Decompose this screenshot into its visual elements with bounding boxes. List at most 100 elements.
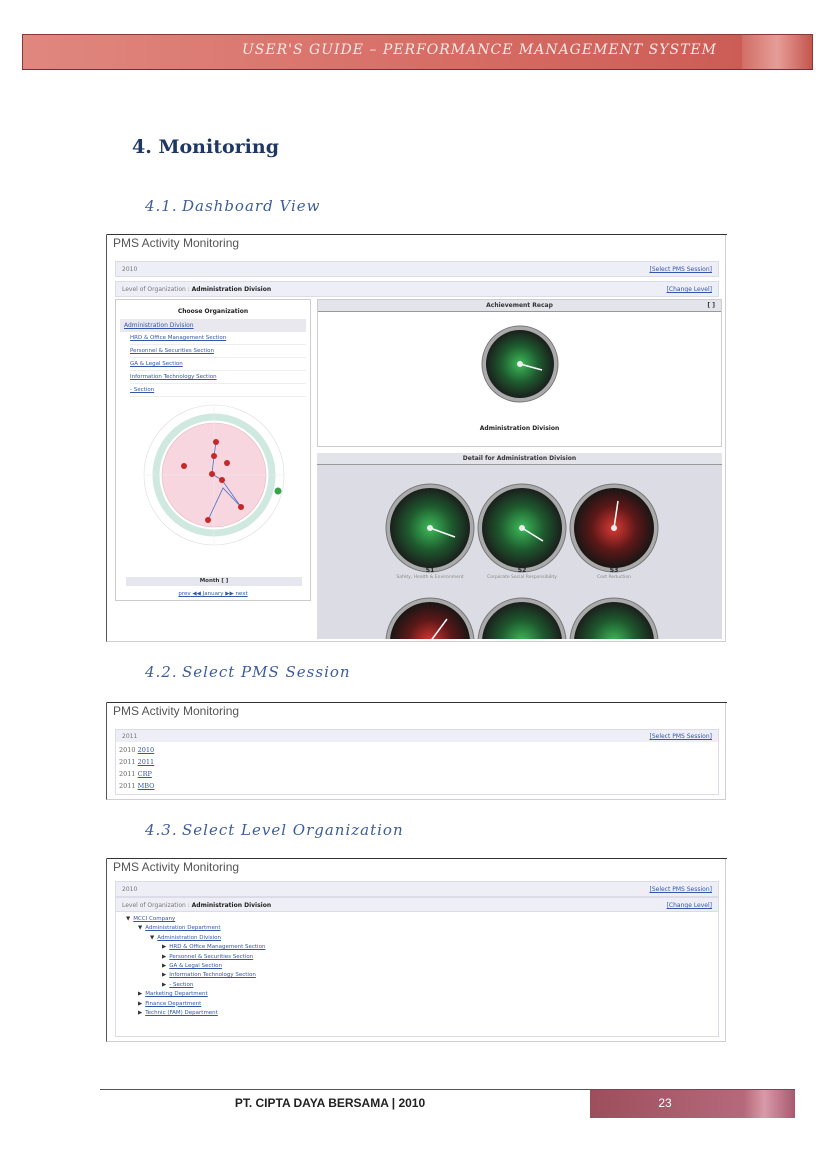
org-item[interactable]: GA & Legal Section [130,358,306,371]
tree-node[interactable]: ▼ Administration Division [150,935,221,941]
org-item[interactable]: Information Technology Section [130,371,306,384]
level-header: Level of Organization : Administration D… [116,898,718,912]
collapsed-arrow-icon[interactable]: ▶ [162,972,166,978]
org-item[interactable]: HRD & Office Management Section [130,332,306,345]
month-link[interactable]: January [203,591,224,597]
session-row[interactable]: 2011 2011 [119,758,154,766]
collapsed-arrow-icon[interactable]: ▶ [138,1001,142,1007]
session-bar: 2010 [Select PMS Session] [115,261,719,277]
tree-node[interactable]: ▼ Administration Department [138,925,221,931]
subsection-heading-dashboard: 4.1. Dashboard View [145,197,321,215]
header-accent [742,35,812,69]
collapsed-arrow-icon[interactable]: ▶ [162,982,166,988]
tree-node-label[interactable]: Technic (FAM) Department [145,1010,218,1016]
tree-node[interactable]: ▶ Information Technology Section [162,972,256,978]
session-link[interactable]: 2011 [138,758,155,766]
detail-gauge-desc: Cost Reduction [597,575,631,580]
org-item[interactable]: - Section [130,384,306,397]
subsection-number: 4.3. [145,821,178,839]
select-session-link[interactable]: [Select PMS Session] [649,886,712,893]
tree-node-label[interactable]: Administration Department [145,925,220,931]
tree-node-label[interactable]: Finance Department [145,1001,201,1007]
tree-node[interactable]: ▶ Technic (FAM) Department [138,1010,218,1016]
radar-point [213,439,219,445]
tree-node-label[interactable]: Personnel & Securities Section [169,954,253,960]
select-session-link[interactable]: [Select PMS Session] [649,733,712,740]
subsection-number: 4.1. [145,197,178,215]
tree-node-label[interactable]: MCCI Company [133,916,175,922]
session-current: 2011 [122,733,138,740]
level-value: Administration Division [191,286,272,293]
detail-header: Detail for Administration Division [317,453,722,465]
tree-node[interactable]: ▶ GA & Legal Section [162,963,222,969]
session-year: 2010 [122,886,138,893]
expanded-arrow-icon[interactable]: ▼ [150,935,154,941]
session-link[interactable]: CRP [138,770,152,778]
detail-section: Detail for Administration Division S1 Sa… [317,453,722,639]
org-item[interactable]: Personnel & Securities Section [130,345,306,358]
collapsed-arrow-icon[interactable]: ▶ [138,991,142,997]
collapsed-arrow-icon[interactable]: ▶ [138,1010,142,1016]
section-title: Monitoring [158,136,279,158]
session-panel: PMS Activity Monitoring 2011 [Select PMS… [106,702,727,800]
tree-node[interactable]: ▼ MCCI Company [126,916,175,922]
collapsed-arrow-icon[interactable]: ▶ [162,954,166,960]
radar-point [209,471,215,477]
org-selected[interactable]: Administration Division [120,319,306,332]
session-link[interactable]: MBO [138,782,155,790]
subsection-title: Select PMS Session [182,663,351,681]
tree-node-label[interactable]: GA & Legal Section [169,963,222,969]
collapsed-arrow-icon[interactable]: ▶ [162,963,166,969]
month-navigation: prev ◀◀ January ▶▶ next [116,591,310,597]
session-year: 2011 [119,782,136,790]
change-level-link[interactable]: [Change Level] [667,902,712,909]
session-year: 2010 [122,266,138,273]
tree-node[interactable]: ▶ Personnel & Securities Section [162,954,253,960]
change-level-link[interactable]: [Change Level] [667,286,712,293]
session-link[interactable]: 2010 [138,746,155,754]
next-arrow-icon[interactable]: ▶▶ [225,591,233,597]
tree-node-label[interactable]: - Section [169,982,193,988]
org-chooser-title: Choose Organization [177,308,249,315]
recap-gauge-caption: Administration Division [479,425,560,432]
tree-node-label[interactable]: HRD & Office Management Section [169,944,265,950]
radar-point [211,453,217,459]
tree-node[interactable]: ▶ Finance Department [138,1001,201,1007]
prev-arrow-icon[interactable]: ◀◀ [192,591,200,597]
month-label: Month [ ] [126,577,302,586]
tree-node-label[interactable]: Information Technology Section [169,972,256,978]
level-bar: Level of Organization : Administration D… [115,281,719,297]
radar-point [219,477,225,483]
select-session-link[interactable]: [Select PMS Session] [649,266,712,273]
prev-link[interactable]: prev [178,591,190,597]
radar-point-target [274,487,282,495]
tree-node-label[interactable]: Marketing Department [145,991,207,997]
detail-gauge-s3 [569,483,659,573]
tree-node[interactable]: ▶ Marketing Department [138,991,208,997]
session-row[interactable]: 2011 CRP [119,770,152,778]
session-row[interactable]: 2010 2010 [119,746,154,754]
level-tree-box: Level of Organization : Administration D… [115,897,719,1037]
header-title: USER'S GUIDE – PERFORMANCE MANAGEMENT SY… [241,42,717,58]
tree-node[interactable]: ▶ HRD & Office Management Section [162,944,265,950]
level-label: Level of Organization : [122,902,190,909]
tree-node[interactable]: ▶ - Section [162,982,193,988]
detail-gauge-desc: Corporate Social Responsibility [487,575,557,580]
detail-gauge-code: S3 [609,567,619,574]
org-chooser: Choose Organization Administration Divis… [115,299,311,601]
recap-header: Achievement Recap [ ] [318,300,721,312]
detail-gauge-desc: Safety, Health & Environment [396,575,464,580]
recap-title: Achievement Recap [486,302,553,309]
collapsed-arrow-icon[interactable]: ▶ [162,944,166,950]
level-info: Level of Organization : Administration D… [122,902,271,909]
expanded-arrow-icon[interactable]: ▼ [138,925,142,931]
session-row[interactable]: 2011 MBO [119,782,155,790]
tree-node-label[interactable]: Administration Division [157,935,221,941]
detail-gauge-s2 [477,483,567,573]
header-band: USER'S GUIDE – PERFORMANCE MANAGEMENT SY… [22,34,813,70]
next-link[interactable]: next [235,591,247,597]
session-list: 2011 [Select PMS Session] [115,729,719,795]
subsection-heading-level: 4.3. Select Level Organization [145,821,404,839]
header-rule [22,69,813,70]
expanded-arrow-icon[interactable]: ▼ [126,916,130,922]
